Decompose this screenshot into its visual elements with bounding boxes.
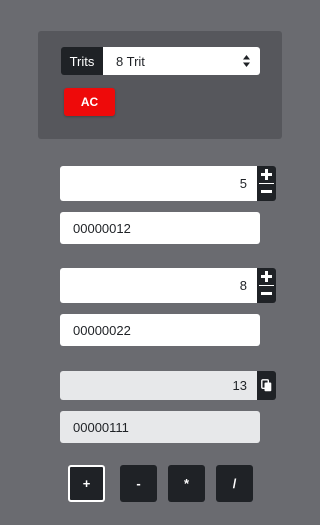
result-value: 13: [232, 378, 247, 393]
updown-chevron-icon: [243, 55, 250, 67]
trits-select[interactable]: 8 Trit: [103, 47, 260, 75]
copy-result-button[interactable]: [257, 371, 276, 400]
ac-button[interactable]: AC: [64, 88, 115, 116]
plus-icon: [261, 169, 272, 180]
subtract-button[interactable]: -: [120, 465, 157, 502]
operand-b-input[interactable]: 8: [60, 268, 257, 303]
operand-a-stepper: [257, 166, 276, 201]
add-button[interactable]: +: [68, 465, 105, 502]
operand-a-input[interactable]: 5: [60, 166, 257, 201]
operand-b-stepper: [257, 268, 276, 303]
trits-label: Trits: [61, 47, 103, 75]
result-ternary-field: 00000111: [60, 411, 260, 443]
copy-icon: [261, 379, 272, 392]
operand-a-decrement-button[interactable]: [259, 184, 274, 199]
operand-a-value: 5: [239, 176, 247, 191]
operand-b-ternary-value: 00000022: [73, 322, 131, 338]
operand-a-increment-button[interactable]: [259, 167, 274, 182]
trits-select-value: 8 Trit: [116, 53, 145, 69]
operand-b-value: 8: [239, 278, 247, 293]
result-ternary-value: 00000111: [73, 419, 129, 435]
operand-b-ternary-field[interactable]: 00000022: [60, 314, 260, 346]
trits-select-group: Trits 8 Trit: [61, 47, 260, 75]
result-input: 13: [60, 371, 257, 400]
multiply-button[interactable]: *: [168, 465, 205, 502]
operand-a-ternary-value: 00000012: [73, 220, 131, 236]
plus-icon: [261, 271, 272, 282]
divide-button[interactable]: /: [216, 465, 253, 502]
operand-b-increment-button[interactable]: [259, 269, 274, 284]
operand-a-ternary-field[interactable]: 00000012: [60, 212, 260, 244]
minus-icon: [261, 190, 272, 193]
settings-card: Trits 8 Trit AC: [38, 31, 282, 139]
operand-b-decrement-button[interactable]: [259, 286, 274, 301]
minus-icon: [261, 292, 272, 295]
